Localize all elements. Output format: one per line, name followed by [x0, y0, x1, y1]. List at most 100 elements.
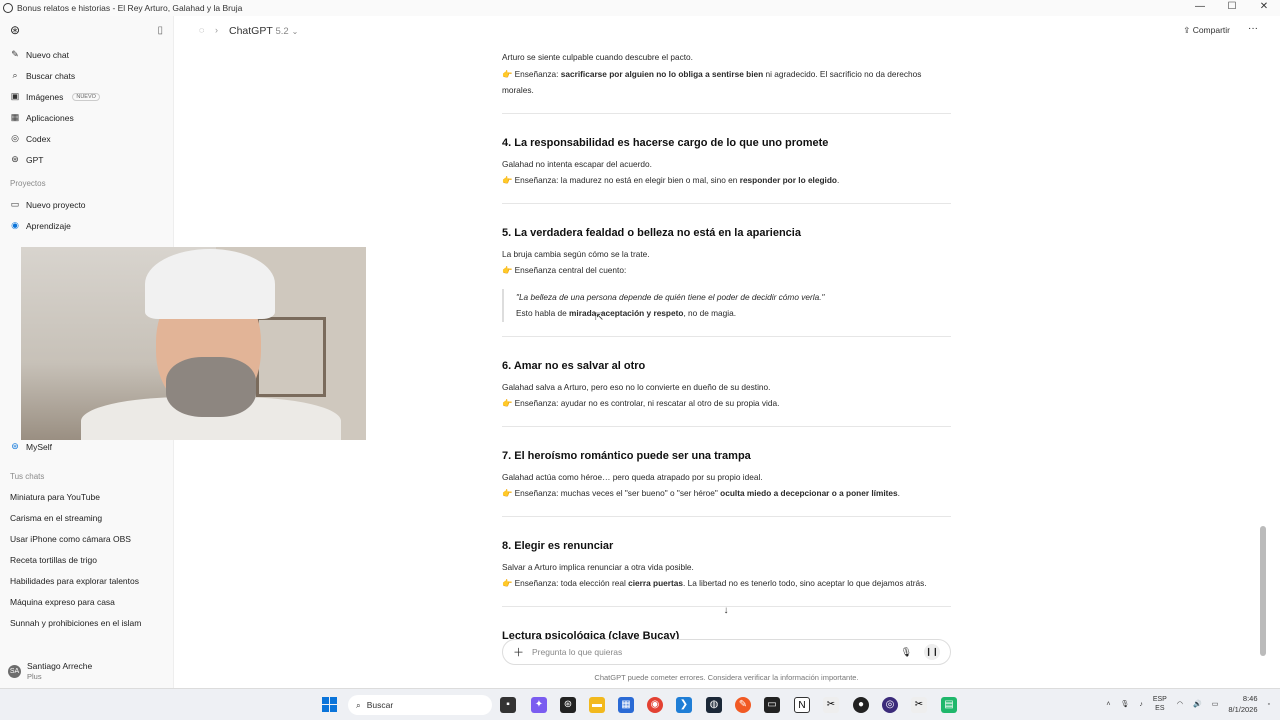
steam-icon[interactable]: ◍	[706, 697, 722, 713]
task-view-icon[interactable]: ▪	[500, 697, 516, 713]
draw-app-icon[interactable]: ✎	[735, 697, 751, 713]
windows-start-icon[interactable]	[322, 697, 338, 713]
section-7: 7. El heroísmo romántico puede ser una t…	[502, 448, 951, 517]
folder-icon: ▭	[10, 199, 20, 209]
avatar: SA	[8, 664, 21, 678]
mouse-cursor-icon: ⇱	[595, 312, 604, 323]
maximize-button[interactable]: ☐	[1216, 0, 1248, 14]
sidebar-item-label: Codex	[26, 133, 51, 144]
section-heading: 7. El heroísmo romántico puede ser una t…	[502, 449, 751, 462]
sidebar-top-items: ✎ Nuevo chat ⌕ Buscar chats ▣ Imágenes NUEVO…	[0, 44, 173, 170]
volume-small-icon[interactable]: ♪	[1139, 701, 1143, 708]
chat-item[interactable]: Carisma en el streaming	[0, 508, 174, 529]
image-icon: ▣	[10, 91, 20, 101]
taskbar-search[interactable]: ⌕ Buscar	[348, 695, 492, 715]
terminal-icon[interactable]: ▭	[764, 697, 780, 713]
capcut-alt-icon[interactable]: ✂	[911, 697, 927, 713]
section-line: La bruja cambia según cómo se la trate.	[502, 248, 650, 259]
section-line: Galahad actúa como héroe… pero queda atr…	[502, 471, 763, 482]
sidebar-item-aprendizaje[interactable]: ◉ Aprendizaje	[0, 215, 173, 236]
sidebar-item-apps[interactable]: ▦ Aplicaciones	[0, 107, 173, 128]
sidebar-item-new-project[interactable]: ▭ Nuevo proyecto	[0, 194, 173, 215]
sidebar-item-label: Nuevo proyecto	[26, 199, 86, 210]
microphone-icon[interactable]: 🎙	[901, 647, 912, 658]
share-label: Compartir	[1192, 25, 1230, 35]
microphone-icon[interactable]: 🎙	[1120, 700, 1129, 708]
window-titlebar: Bonus relatos e historias - El Rey Artur…	[0, 0, 1280, 16]
project-icon: ◉	[11, 220, 19, 230]
assistant-message: Arturo se siente culpable cuando descubr…	[502, 46, 951, 644]
close-button[interactable]: ✕	[1248, 0, 1280, 14]
teaching-suffix: . La libertad no es tenerlo todo, sino a…	[683, 578, 927, 588]
blockquote: "La belleza de una persona depende de qu…	[502, 288, 951, 322]
sidebar-item-search-chats[interactable]: ⌕ Buscar chats	[0, 65, 173, 86]
sidebar-toggle-icon[interactable]: ▯	[157, 25, 163, 36]
section-4: 4. La responsabilidad es hacerse cargo d…	[502, 135, 951, 204]
battery-icon[interactable]: ▭	[1212, 700, 1219, 708]
capcut-icon[interactable]: ✂	[823, 697, 839, 713]
apps-grid-icon: ▦	[10, 112, 20, 122]
sidebar-item-new-chat[interactable]: ✎ Nuevo chat	[0, 44, 173, 65]
notepad-icon[interactable]: ▤	[941, 697, 957, 713]
share-button[interactable]: ⇪ Compartir	[1183, 25, 1230, 36]
chat-item[interactable]: Sunnah y prohibiciones en el islam	[0, 613, 174, 634]
github-icon[interactable]: ●	[853, 697, 869, 713]
project-icon: ⊛	[11, 441, 19, 451]
vscode-icon[interactable]: ❯	[676, 697, 692, 713]
webcam-shelf	[256, 317, 326, 397]
volume-icon[interactable]: 🔊	[1193, 700, 1202, 708]
quote-follow-bold: mirada	[569, 308, 597, 318]
prompt-input[interactable]	[532, 647, 901, 657]
quote-follow-prefix: Esto habla de	[516, 308, 570, 318]
clock[interactable]: 8:46 8/1/2026	[1228, 693, 1257, 715]
quote-follow-suffix: , no de magia.	[683, 308, 737, 318]
chat-item[interactable]: Receta tortillas de trigo	[0, 550, 174, 571]
plus-icon[interactable]: ＋	[513, 644, 524, 660]
more-options-icon[interactable]: ···	[1248, 23, 1258, 34]
notion-icon[interactable]: N	[794, 697, 810, 713]
window-title: Bonus relatos e historias - El Rey Artur…	[17, 3, 243, 13]
user-profile[interactable]: SA Santiago Arreche Plus	[0, 654, 174, 688]
section-heading: 8. Elegir es renunciar	[502, 539, 614, 552]
notifications-icon[interactable]: ▫	[1268, 701, 1270, 708]
voice-mode-icon[interactable]: ❙❙	[924, 644, 940, 660]
sidebar-item-label: GPT	[26, 154, 44, 165]
chevron-down-icon: ⌄	[291, 27, 299, 36]
wifi-icon[interactable]: ◠	[1177, 700, 1183, 708]
intro-teaching: 👉 Enseñanza: sacrificarse por alguien no…	[502, 66, 951, 99]
chatgpt-app-icon[interactable]: ⊛	[560, 697, 576, 713]
teaching-bold: cierra puertas	[628, 578, 683, 588]
scrollbar-thumb[interactable]	[1260, 526, 1266, 656]
sidebar-item-gpt[interactable]: ⊛ GPT	[0, 149, 173, 170]
user-plan: Plus	[27, 672, 42, 681]
store-icon[interactable]: ▦	[618, 697, 634, 713]
section-heading: 4. La responsabilidad es hacerse cargo d…	[502, 136, 829, 149]
chevron-right-icon: ›	[215, 25, 218, 35]
model-selector[interactable]: ChatGPT 5.2 ⌄	[229, 25, 298, 37]
chat-item[interactable]: Habilidades para explorar talentos	[0, 571, 174, 592]
windows-taskbar: ⌕ Buscar ▪ ✦ ⊛ ▬ ▦ ◉ ❯ ◍ ✎ ▭ N ✂ ● ◎ ✂ ▤…	[0, 688, 1280, 720]
chat-item[interactable]: Usar iPhone como cámara OBS	[0, 529, 174, 550]
quote-follow: Esto habla de mirada, aceptación y respe…	[516, 305, 951, 322]
chat-item[interactable]: Miniatura para YouTube	[0, 487, 174, 508]
language-indicator[interactable]: ESP ES	[1153, 695, 1167, 713]
sidebar-item-images[interactable]: ▣ Imágenes NUEVO	[0, 86, 173, 107]
scroll-down-arrow-icon[interactable]: ↓	[720, 605, 732, 617]
new-badge: NUEVO	[72, 92, 100, 101]
section-line: Galahad no intenta escapar del acuerdo.	[502, 158, 652, 169]
section-teaching: 👉 Enseñanza: toda elección real cierra p…	[502, 575, 951, 592]
minimize-button[interactable]: —	[1184, 0, 1216, 14]
chat-item[interactable]: Máquina expreso para casa	[0, 592, 174, 613]
section-5: 5. La verdadera fealdad o belleza no est…	[502, 225, 951, 337]
file-explorer-icon[interactable]: ▬	[589, 697, 605, 713]
section-6: 6. Amar no es salvar al otro Galahad sal…	[502, 358, 951, 427]
project-icon[interactable]: ◌	[199, 25, 204, 35]
obs-icon[interactable]: ◎	[882, 697, 898, 713]
copilot-icon[interactable]: ✦	[531, 697, 547, 713]
sidebar-item-codex[interactable]: ◎ Codex	[0, 128, 173, 149]
chrome-icon[interactable]: ◉	[647, 697, 663, 713]
chevron-up-icon[interactable]: ˄	[1106, 701, 1110, 708]
openai-logo-icon[interactable]: ⊛	[10, 23, 20, 37]
keyboard-code: ES	[1155, 705, 1165, 712]
webcam-person-beard	[166, 357, 256, 417]
